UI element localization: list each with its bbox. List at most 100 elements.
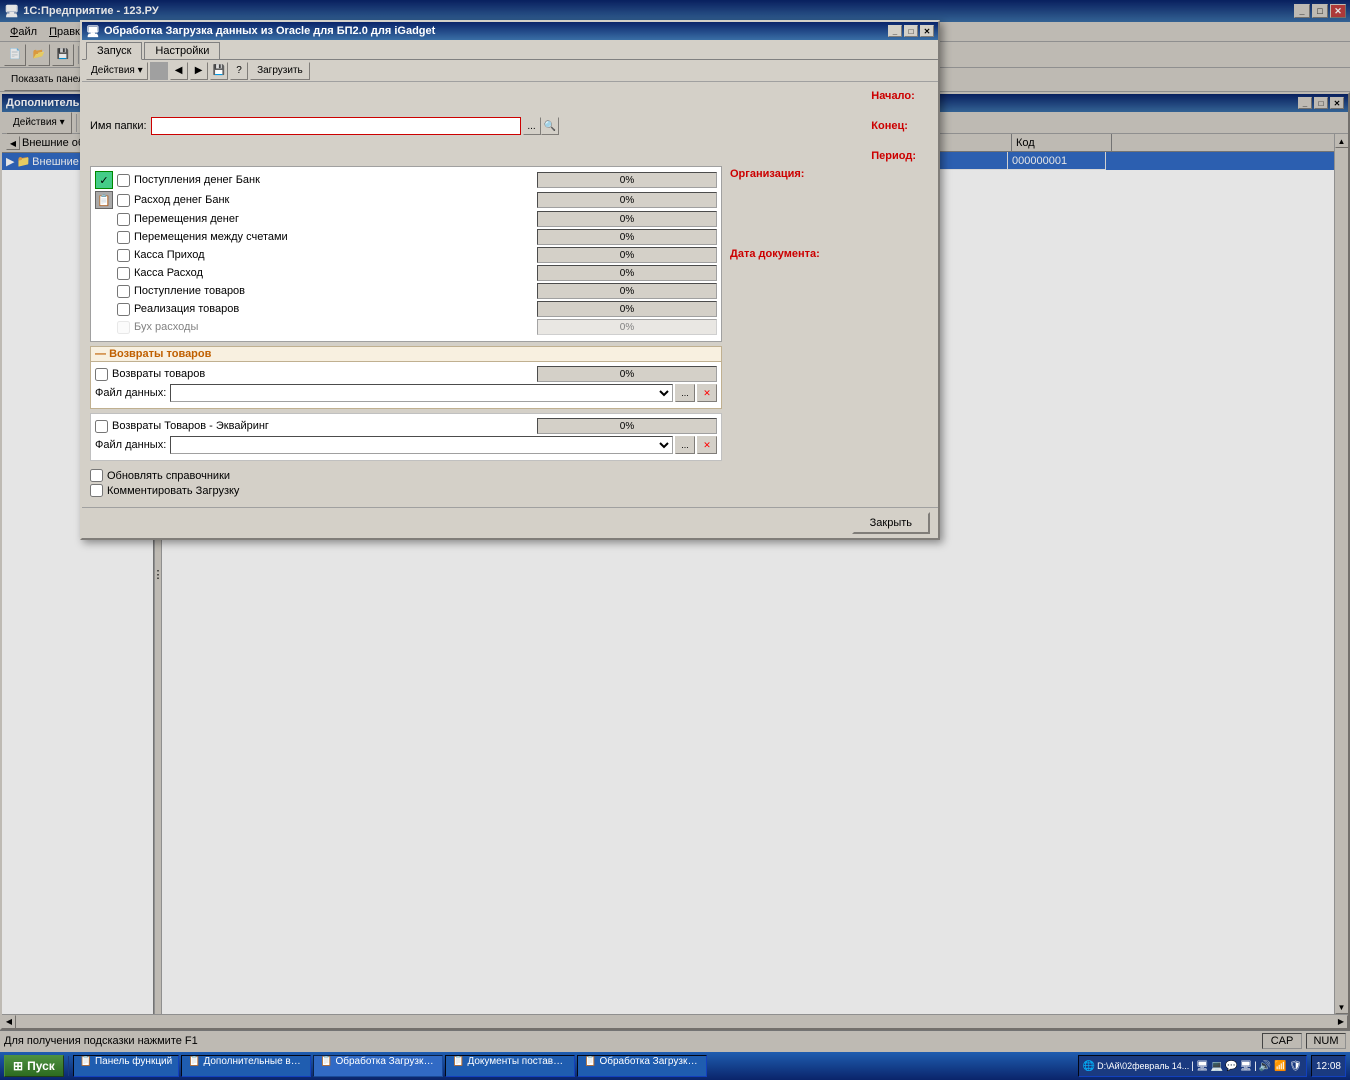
tray-label-folder: D:\Ай\02февраль 14...: [1097, 1061, 1189, 1071]
cb-comment-label: Комментировать Загрузку: [107, 485, 239, 497]
cb-peremescheniya: Перемещения денег 0%: [95, 211, 717, 227]
options-section: Обновлять справочники Комментировать Заг…: [90, 469, 722, 497]
returns-group: — Возвраты товаров Возвраты товаров 0%: [90, 346, 722, 409]
taskbar-btn-docs[interactable]: 📋 Документы поставщиков: [445, 1055, 575, 1077]
tray-sep2: |: [1254, 1061, 1257, 1072]
taskbar-label-external: Дополнительные внешние...: [203, 1056, 311, 1067]
close-dialog-button[interactable]: Закрыть: [852, 512, 930, 534]
period-label: Период:: [871, 150, 916, 162]
cb-kassa-prihod-check[interactable]: [117, 249, 130, 262]
returns-group-body: Возвраты товаров 0% Файл данных: ... ✕: [91, 362, 721, 408]
outer-window: Дополнительные внешние обработки _ □ ✕ Д…: [0, 92, 1350, 1030]
cb-postupleniye-tovarov-check[interactable]: [117, 285, 130, 298]
modal-body: Имя папки: ... 🔍 Начало: Конец:: [82, 92, 938, 507]
start-button[interactable]: ⊞ Пуск: [4, 1055, 64, 1077]
taskbar-btn-processing[interactable]: 📋 Обработка Загрузка данн...: [313, 1055, 443, 1077]
pb-vozvrat: 0%: [537, 366, 717, 382]
clock: 12:08: [1311, 1055, 1346, 1077]
start-row: Начало:: [871, 92, 920, 102]
cb-update-refs: Обновлять справочники: [90, 469, 722, 482]
cb-buh-rashody-label: Бух расходы: [134, 321, 198, 333]
file-browse-btn-2[interactable]: ...: [675, 436, 695, 454]
end-row: Конец:: [871, 120, 920, 132]
taskbar-icon-external: 📋: [188, 1056, 200, 1067]
cb-buh-rashody: Бух расходы 0%: [95, 319, 717, 335]
returns-group-header: — Возвраты товаров: [91, 347, 721, 362]
taskbar-btn-processing2[interactable]: 📋 Обработка Загрузка данн...: [577, 1055, 707, 1077]
returns-acquiring-section: Возвраты Товаров - Эквайринг 0% Файл дан…: [90, 413, 722, 461]
cb-peremescheniya2-check[interactable]: [117, 231, 130, 244]
cb-postupleniye-tovarov-label: Поступление товаров: [134, 285, 245, 297]
pb-kassa-prihod: 0%: [537, 247, 717, 263]
folder-label: Имя папки:: [90, 120, 147, 132]
period-row: Период:: [871, 150, 920, 162]
file-clear-btn-1[interactable]: ✕: [697, 384, 717, 402]
cb-kassa-prihod: Касса Приход 0%: [95, 247, 717, 263]
file-label-1: Файл данных:: [95, 387, 166, 399]
cb-peremescheniya-check[interactable]: [117, 213, 130, 226]
file-combo-2[interactable]: [170, 436, 673, 454]
org-label-container: Организация:: [730, 168, 930, 180]
start-icon: ⊞: [13, 1059, 23, 1073]
modal-overlay: 🖥 Обработка Загрузка данных из Oracle дл…: [0, 92, 1350, 1030]
tray-icons-group: 🔊 📶 🛡: [1259, 1061, 1302, 1072]
tray-icon-1c: 🖥: [1196, 1061, 1209, 1072]
end-label: Конец:: [871, 120, 908, 132]
folder-browse-btn[interactable]: ...: [523, 117, 541, 135]
modal-footer: Закрыть: [82, 507, 938, 538]
cb-rashod-label: Расход денег Банк: [134, 194, 229, 206]
tray-icon-1c2: 🖥: [1240, 1061, 1253, 1072]
clock-time: 12:08: [1316, 1061, 1341, 1072]
checkbox-section: ✓ Поступления денег Банк 0% 📋: [90, 166, 722, 342]
file-row-2: Файл данных: ... ✕: [95, 436, 717, 454]
taskbar-label-docs: Документы поставщиков: [467, 1056, 575, 1067]
folder-search-btn[interactable]: 🔍: [541, 117, 559, 135]
file-browse-btn-1[interactable]: ...: [675, 384, 695, 402]
taskbar-icon-panel: 📋: [80, 1056, 92, 1067]
tray-icon-skype: 💬: [1225, 1061, 1237, 1072]
cb-realizaciya-label: Реализация товаров: [134, 303, 239, 315]
right-labels: Начало: Конец: Период:: [871, 92, 930, 162]
cb-rashod-check[interactable]: [117, 194, 130, 207]
right-form-labels: Организация: Дата документа:: [730, 166, 930, 499]
taskbar-btn-panel[interactable]: 📋 Панель функций: [73, 1055, 179, 1077]
check-icon-1: ✓: [95, 171, 113, 189]
returns-group-label: Возвраты товаров: [109, 348, 211, 360]
cb-comment-check[interactable]: [90, 484, 103, 497]
cb-vozvrat-check[interactable]: [95, 368, 108, 381]
taskbar-btn-external[interactable]: 📋 Дополнительные внешние...: [181, 1055, 311, 1077]
start-label: Начало:: [871, 92, 915, 102]
cb-kassa-prihod-label: Касса Приход: [134, 249, 205, 261]
folder-row: Имя папки: ... 🔍 Начало: Конец:: [90, 92, 930, 162]
doc-date-label: Дата документа:: [730, 248, 820, 260]
cb-ekvairing-check[interactable]: [95, 420, 108, 433]
cb-postupleniya-check[interactable]: [117, 174, 130, 187]
taskbar-icon-docs: 📋: [452, 1056, 464, 1067]
cb-vozvrat-ekvairing: Возвраты Товаров - Эквайринг 0%: [95, 418, 717, 434]
doc-date-container: Дата документа:: [730, 248, 930, 260]
cb-realizaciya: Реализация товаров 0%: [95, 301, 717, 317]
cb-peremescheniya2-label: Перемещения между счетами: [134, 231, 288, 243]
org-label: Организация:: [730, 168, 804, 180]
left-form: ✓ Поступления денег Банк 0% 📋: [90, 166, 722, 499]
taskbar: ⊞ Пуск 📋 Панель функций 📋 Дополнительные…: [0, 1052, 1350, 1080]
file-clear-btn-2[interactable]: ✕: [697, 436, 717, 454]
file-combo-1[interactable]: [170, 384, 673, 402]
taskbar-label-panel: Панель функций: [95, 1056, 172, 1067]
cb-update-refs-label: Обновлять справочники: [107, 470, 230, 482]
start-label: Пуск: [27, 1059, 55, 1073]
pb-ekvairing: 0%: [537, 418, 717, 434]
icon-row-1: ✓ Поступления денег Банк 0%: [95, 171, 717, 189]
icon-row-2: 📋 Расход денег Банк 0%: [95, 191, 717, 209]
folder-input[interactable]: [151, 117, 521, 135]
cb-postupleniya: Поступления денег Банк 0%: [117, 172, 717, 188]
cb-kassa-rashod: Касса Расход 0%: [95, 265, 717, 281]
taskbar-label-processing: Обработка Загрузка данн...: [335, 1056, 443, 1067]
pb-kassa-rashod: 0%: [537, 265, 717, 281]
tray-sep1: |: [1191, 1061, 1194, 1072]
cb-kassa-rashod-check[interactable]: [117, 267, 130, 280]
cb-vozvrat-tovarov: Возвраты товаров 0%: [95, 366, 717, 382]
cb-update-refs-check[interactable]: [90, 469, 103, 482]
cb-peremescheniya-label: Перемещения денег: [134, 213, 239, 225]
cb-realizaciya-check[interactable]: [117, 303, 130, 316]
